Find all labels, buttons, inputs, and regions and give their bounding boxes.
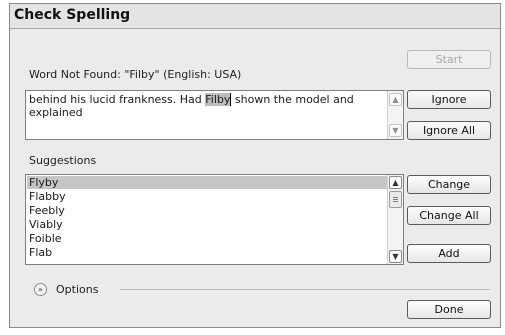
scroll-down-arrow-icon[interactable]: ▼ bbox=[389, 250, 402, 263]
context-before: behind his lucid frankness. Had bbox=[29, 93, 206, 106]
scrollbar-thumb[interactable] bbox=[389, 191, 402, 208]
scroll-up-arrow-icon[interactable]: ▲ bbox=[389, 176, 402, 189]
misspelled-word-highlight: Filby bbox=[205, 93, 232, 106]
ignore-all-button[interactable]: Ignore All bbox=[407, 121, 491, 140]
add-button[interactable]: Add bbox=[407, 244, 491, 263]
change-all-button[interactable]: Change All bbox=[407, 206, 491, 225]
suggestions-label: Suggestions bbox=[29, 154, 97, 167]
suggestion-item[interactable]: Flab bbox=[27, 246, 387, 259]
suggestion-item[interactable]: Viably bbox=[27, 218, 387, 231]
context-scrollbar[interactable]: ▲ ▼ bbox=[387, 91, 403, 139]
dialog-title: Check Spelling bbox=[14, 7, 131, 23]
title-bar[interactable]: Check Spelling bbox=[10, 4, 500, 29]
change-button[interactable]: Change bbox=[407, 175, 491, 194]
context-text: behind his lucid frankness. Had Filby sh… bbox=[29, 93, 379, 119]
options-divider bbox=[120, 289, 490, 290]
suggestion-item[interactable]: Feebly bbox=[27, 204, 387, 217]
word-not-found-label: Word Not Found: "Filby" (English: USA) bbox=[29, 68, 242, 81]
ignore-button[interactable]: Ignore bbox=[407, 90, 491, 109]
chevron-down-icon[interactable]: » bbox=[34, 283, 47, 296]
suggestion-item[interactable]: Foible bbox=[27, 232, 387, 245]
suggestions-list[interactable]: Flyby Flabby Feebly Viably Foible Flab ▲… bbox=[25, 174, 404, 265]
context-textarea[interactable]: behind his lucid frankness. Had Filby sh… bbox=[25, 90, 404, 140]
suggestion-item[interactable]: Flabby bbox=[27, 190, 387, 203]
suggestion-item-selected[interactable]: Flyby bbox=[27, 176, 387, 189]
scroll-down-arrow-icon[interactable]: ▼ bbox=[389, 124, 402, 137]
start-button[interactable]: Start bbox=[407, 50, 491, 69]
scroll-up-arrow-icon[interactable]: ▲ bbox=[389, 93, 402, 106]
check-spelling-dialog: Check Spelling Start Word Not Found: "Fi… bbox=[9, 3, 501, 328]
suggestions-scrollbar[interactable]: ▲ ▼ bbox=[387, 175, 403, 264]
options-label[interactable]: Options bbox=[56, 283, 98, 296]
done-button[interactable]: Done bbox=[407, 300, 491, 319]
